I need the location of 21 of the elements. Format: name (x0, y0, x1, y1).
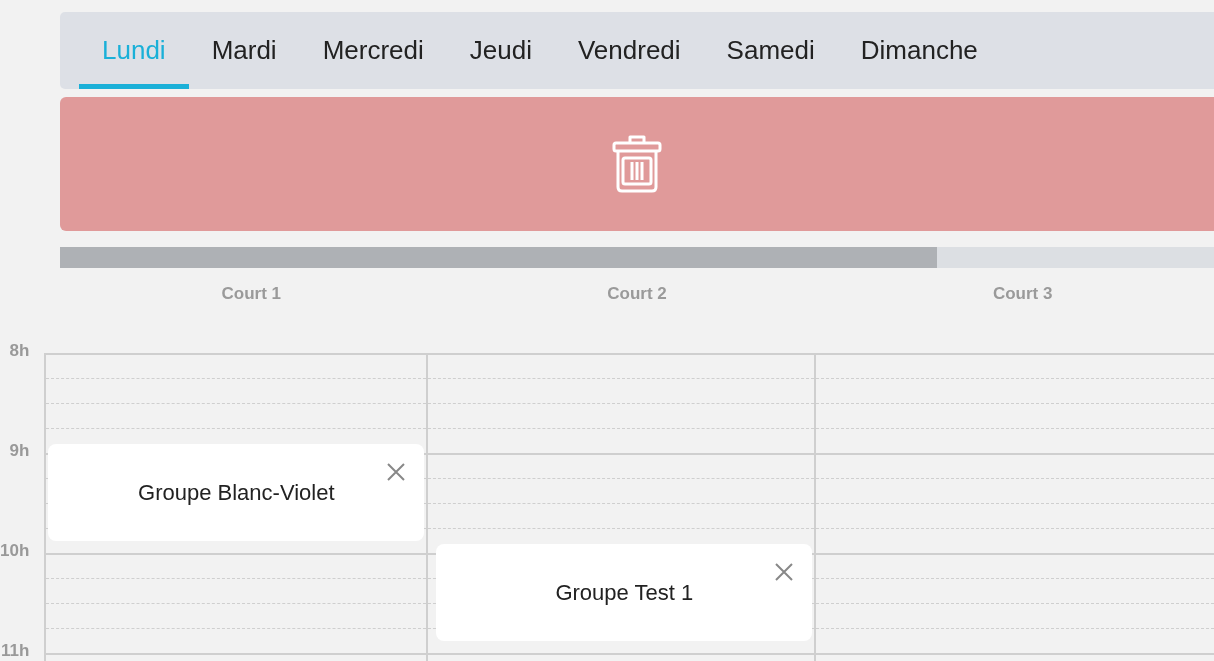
hour-label: 8h (9, 341, 30, 360)
booking-title: Groupe Blanc-Violet (138, 479, 335, 506)
day-tab[interactable]: Mardi (188, 12, 300, 89)
trash-icon (611, 134, 663, 194)
day-tab[interactable]: Mercredi (299, 12, 447, 89)
booking-title: Groupe Test 1 (555, 579, 694, 606)
close-icon[interactable] (774, 562, 795, 582)
booking-card[interactable]: Groupe Blanc-Violet (48, 444, 425, 541)
hour-label: 10h (0, 541, 30, 560)
day-tab[interactable]: Dimanche (837, 12, 1001, 89)
hour-label: 9h (9, 441, 30, 460)
booking-card[interactable]: Groupe Test 1 (436, 544, 813, 641)
court-header: Court 3 (991, 284, 1054, 304)
court-header: Court 1 (220, 284, 283, 304)
day-tab[interactable]: Samedi (703, 12, 838, 89)
hour-label: 11h (0, 641, 30, 660)
close-icon[interactable] (386, 462, 407, 482)
horizontal-scrollbar[interactable] (60, 247, 1214, 268)
day-tab[interactable]: Vendredi (554, 12, 704, 89)
day-tab[interactable]: Jeudi (446, 12, 555, 89)
court-header: Court 2 (606, 284, 668, 304)
